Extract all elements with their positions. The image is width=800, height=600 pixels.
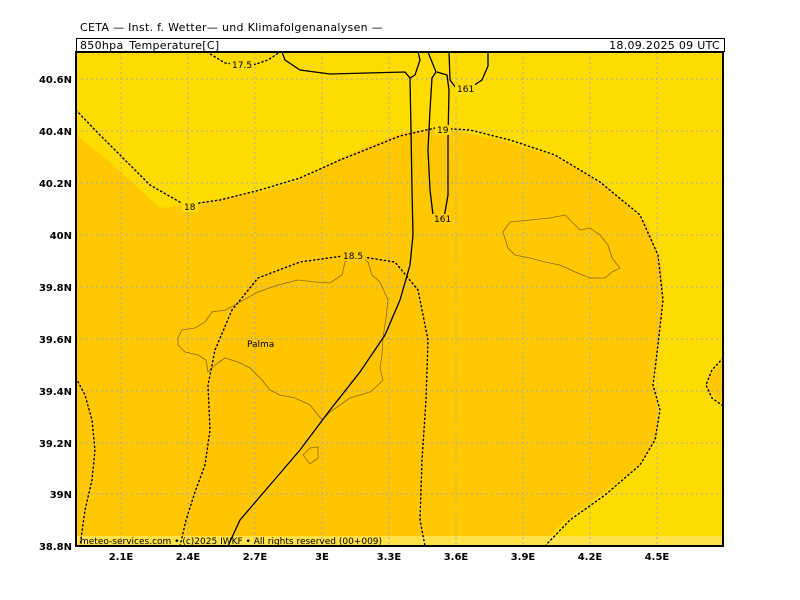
contour-label-18: 18 [184, 203, 196, 213]
lat-label: 39.6N [39, 335, 72, 346]
lon-label: 2.4E [176, 552, 201, 563]
lat-label: 38.8N [39, 542, 72, 553]
lon-label: 3.6E [444, 552, 469, 563]
lon-label: 2.1E [109, 552, 134, 563]
contour-label-19: 19 [437, 126, 449, 136]
contour-label-161-upper: 161 [457, 85, 474, 95]
lat-label: 39.2N [39, 439, 72, 450]
contour-label-161-lower: 161 [434, 215, 451, 225]
lat-label: 39.4N [39, 387, 72, 398]
footer-credit: meteo-services.com • (c)2025 IWKF • All … [80, 537, 382, 547]
lon-label: 4.2E [578, 552, 603, 563]
lon-label: 2.7E [243, 552, 268, 563]
lon-label: 3.3E [377, 552, 402, 563]
lat-label: 40N [50, 231, 72, 242]
lat-label: 40.2N [39, 179, 72, 190]
contour-label-18-5: 18.5 [343, 252, 363, 262]
lat-label: 39N [50, 490, 72, 501]
lat-label: 40.6N [39, 75, 72, 86]
city-label-palma: Palma [247, 340, 274, 350]
lon-label: 4.5E [645, 552, 670, 563]
lat-label: 40.4N [39, 127, 72, 138]
weather-map: 17.5 18 18.5 19 161 161 Palma 40.6N 40.4… [39, 51, 724, 563]
lon-label: 3E [315, 552, 329, 563]
lat-label: 39.8N [39, 283, 72, 294]
contour-label-17-5: 17.5 [232, 61, 252, 71]
lon-label: 3.9E [511, 552, 536, 563]
